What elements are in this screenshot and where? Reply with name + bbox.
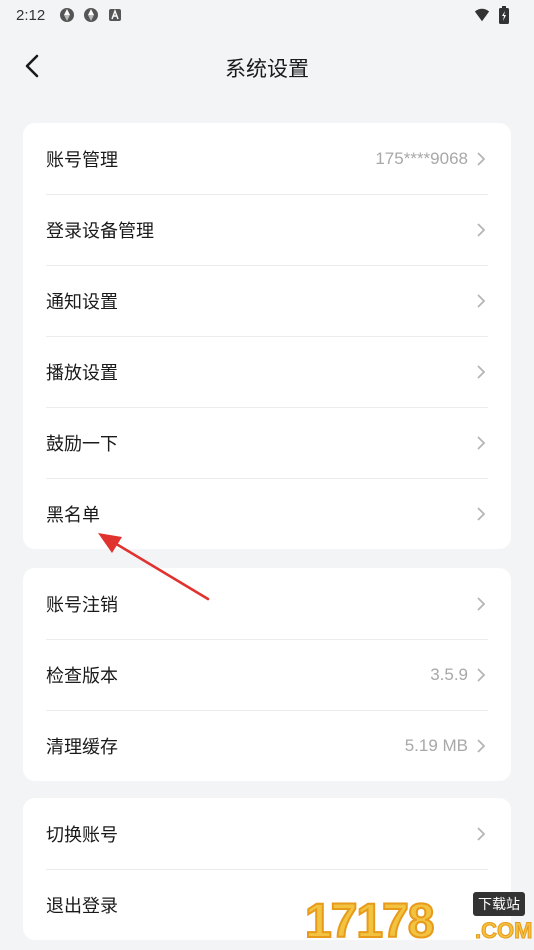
chevron-right-icon — [474, 826, 488, 841]
row-switch-account[interactable]: 切换账号 — [46, 798, 488, 869]
chevron-right-icon — [474, 507, 488, 521]
settings-group-account: 账号管理 175****9068 登录设备管理 通知设置 播放设置 鼓励一下 黑… — [23, 123, 511, 549]
chevron-right-icon — [474, 596, 488, 611]
aperture-icon — [83, 7, 99, 23]
row-label: 通知设置 — [46, 292, 118, 313]
row-login-devices[interactable]: 登录设备管理 — [46, 194, 488, 265]
row-encourage[interactable]: 鼓励一下 — [46, 407, 488, 478]
row-label: 账号管理 — [46, 149, 118, 171]
text-a-icon — [107, 7, 123, 23]
watermark-tag: 下载站 — [473, 892, 525, 916]
status-time: 2:12 — [16, 6, 46, 24]
row-clear-cache[interactable]: 清理缓存 5.19 MB — [46, 710, 488, 781]
row-notification-settings[interactable]: 通知设置 — [46, 265, 488, 336]
phone-number-value: 175****9068 — [375, 148, 468, 168]
row-label: 退出登录 — [46, 896, 118, 917]
row-label: 播放设置 — [46, 363, 118, 384]
chevron-right-icon — [474, 436, 488, 450]
chevron-right-icon — [474, 739, 488, 753]
back-button[interactable] — [14, 50, 50, 86]
aperture-icon — [59, 7, 75, 23]
wifi-icon — [474, 7, 490, 23]
status-bar: 2:12 — [0, 0, 534, 30]
chevron-right-icon — [474, 668, 488, 682]
cache-size-value: 5.19 MB — [404, 736, 468, 755]
row-label: 切换账号 — [46, 824, 118, 846]
row-label: 登录设备管理 — [46, 221, 154, 242]
chevron-right-icon — [474, 294, 488, 308]
row-playback-settings[interactable]: 播放设置 — [46, 336, 488, 407]
app-header: 系统设置 — [0, 40, 534, 96]
row-label: 检查版本 — [46, 666, 118, 687]
chevron-left-icon — [23, 54, 41, 82]
version-value: 3.5.9 — [430, 665, 468, 684]
site-watermark: 17178 下载站 .COM — [304, 888, 534, 950]
row-account-management[interactable]: 账号管理 175****9068 — [46, 123, 488, 194]
chevron-right-icon — [474, 151, 488, 166]
row-check-version[interactable]: 检查版本 3.5.9 — [46, 639, 488, 710]
row-label: 黑名单 — [46, 505, 100, 526]
row-label: 鼓励一下 — [46, 434, 118, 455]
watermark-digits: 17178 — [304, 894, 435, 949]
battery-icon — [496, 6, 512, 24]
page-title: 系统设置 — [225, 57, 309, 81]
chevron-right-icon — [474, 223, 488, 237]
annotation-arrow — [98, 533, 210, 601]
chevron-right-icon — [474, 365, 488, 379]
watermark-suffix: .COM — [474, 918, 533, 944]
row-label: 清理缓存 — [46, 737, 118, 758]
